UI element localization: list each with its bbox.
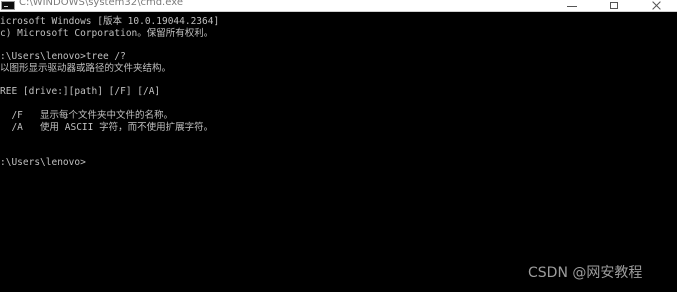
console-line-option-a: /A 使用 ASCII 字符，而不使用扩展字符。 — [0, 122, 214, 133]
console-line-tree-syntax: REE [drive:][path] [/F] [/A] — [0, 86, 161, 97]
console-line-tree-description: 以图形显示驱动器或路径的文件夹结构。 — [0, 63, 172, 74]
console-output[interactable]: icrosoft Windows [版本 10.0.19044.2364] c)… — [0, 12, 677, 292]
console-line-tree-command: :\Users\lenovo>tree /? — [0, 51, 126, 62]
csdn-watermark: CSDN @网安教程 — [528, 265, 643, 281]
console-line-option-f: /F 显示每个文件夹中文件的名称。 — [0, 110, 174, 121]
title-bar[interactable]: C:\WINDOWS\system32\cmd.exe — [0, 0, 677, 12]
console-line-version: icrosoft Windows [版本 10.0.19044.2364] — [0, 16, 220, 27]
close-icon[interactable] — [651, 0, 663, 11]
console-prompt[interactable]: :\Users\lenovo> — [0, 157, 86, 169]
minimize-icon[interactable] — [567, 6, 577, 7]
window-title: C:\WINDOWS\system32\cmd.exe — [19, 0, 183, 8]
maximize-icon[interactable] — [610, 2, 618, 9]
cmd-app-icon[interactable] — [1, 1, 15, 10]
console-line-copyright: c) Microsoft Corporation。保留所有权利。 — [0, 28, 214, 39]
